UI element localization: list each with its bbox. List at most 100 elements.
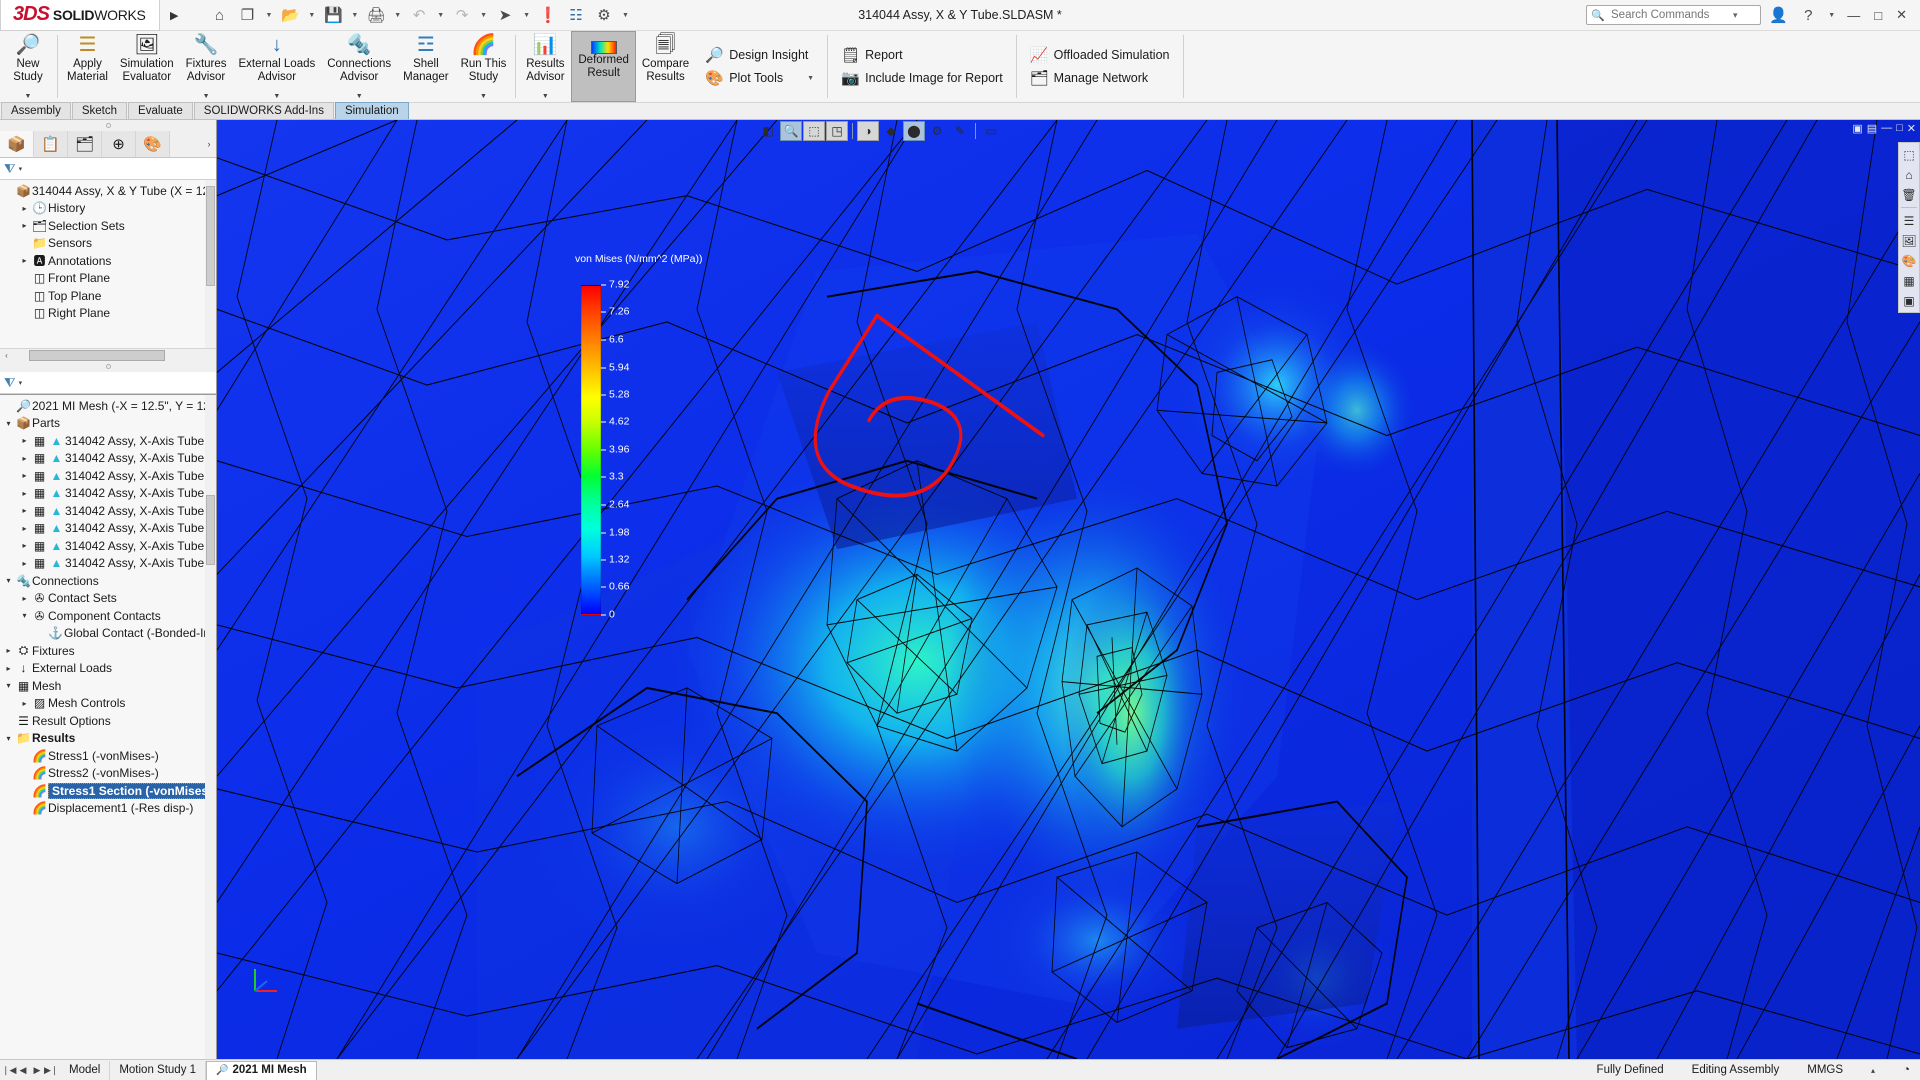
apply-scene-icon[interactable]: ⬤ <box>903 121 925 141</box>
undo-caret-icon[interactable]: ▼ <box>434 12 447 19</box>
filter-caret-icon[interactable]: ▾ <box>19 165 23 173</box>
tree-node[interactable]: ▾▦Mesh <box>0 677 216 695</box>
ribbon-offloaded-simulation[interactable]: 📈 Offloaded Simulation <box>1026 44 1174 66</box>
tree-node[interactable]: 🌈Stress1 (-vonMises-) <box>0 747 216 765</box>
tree-node[interactable]: 🌈Displacement1 (-Res disp-) <box>0 800 216 818</box>
feature-tree-scrollbar[interactable] <box>205 180 216 348</box>
help-caret-icon[interactable]: ▼ <box>1825 12 1838 19</box>
tab-evaluate[interactable]: Evaluate <box>128 102 193 119</box>
ribbon-deformed-result[interactable]: ▭ Deformed Result <box>571 31 636 102</box>
feature-tree-filter-bar[interactable]: ⧨ ▾ <box>0 158 216 180</box>
tree-node[interactable]: ◫Top Plane <box>0 287 216 305</box>
feature-tree-hscrollbar[interactable]: ‹ <box>0 348 216 361</box>
tree-expander-icon[interactable]: ▸ <box>18 221 31 230</box>
tree-node[interactable]: ⚓Global Contact (-Bonded-Incom <box>0 625 216 643</box>
rebuild-icon[interactable]: ❗ <box>535 2 561 28</box>
property-manager-tab[interactable]: 📋 <box>34 131 68 157</box>
status-overlay-icon[interactable]: ◔ <box>1903 1064 1910 1076</box>
palette-icon[interactable]: 🎨 <box>1900 251 1919 270</box>
home-icon[interactable]: ⌂ <box>206 2 232 28</box>
image-icon[interactable]: 🖼 <box>1900 231 1919 250</box>
tree-expander-icon[interactable]: ▸ <box>18 256 31 265</box>
options-list-icon[interactable]: ☷ <box>563 2 589 28</box>
ribbon-new-study[interactable]: 🔎 New Study ▼ <box>2 31 54 102</box>
plot-tools-caret-icon[interactable]: ▼ <box>789 75 814 82</box>
tree-node[interactable]: ▸▦▲314042 Assy, X-Axis Tube & Carr <box>0 432 216 450</box>
tree-expander-icon[interactable]: ▾ <box>2 681 15 690</box>
display-panel-icon[interactable]: ▭ <box>980 121 1002 141</box>
print-icon[interactable]: 🖨 <box>363 2 389 28</box>
tree-node[interactable]: 📁Sensors <box>0 235 216 253</box>
tree-expander-icon[interactable]: ▸ <box>18 471 31 480</box>
ribbon-external-loads-advisor[interactable]: ↓ External Loads Advisor ▼ <box>233 31 322 102</box>
ribbon-report[interactable]: 🗒 Report <box>837 44 1007 66</box>
viewport-help-icon[interactable]: ▤ <box>1867 122 1877 135</box>
nav-next-icon[interactable]: ▶ <box>30 1065 44 1076</box>
dropdown-caret-icon[interactable]: ▼ <box>356 93 363 102</box>
viewport-maximize-icon[interactable]: □ <box>1896 122 1903 135</box>
maximize-button[interactable]: □ <box>1869 8 1887 23</box>
annotation-icon[interactable]: ✎ <box>949 121 971 141</box>
dimxpert-manager-tab[interactable]: ⊕ <box>102 131 136 157</box>
dropdown-caret-icon[interactable]: ▼ <box>273 93 280 102</box>
ribbon-simulation-evaluator[interactable]: 🖼 Simulation Evaluator <box>114 31 180 102</box>
tree-node[interactable]: ☰Result Options <box>0 712 216 730</box>
hscroll-track[interactable] <box>13 350 216 361</box>
dropdown-caret-icon[interactable]: ▼ <box>203 93 210 102</box>
tree-expander-icon[interactable]: ▸ <box>18 541 31 550</box>
nav-last-icon[interactable]: ▶❘ <box>44 1065 58 1076</box>
tree-expander-icon[interactable]: ▸ <box>18 436 31 445</box>
nav-first-icon[interactable]: ❘◀ <box>2 1065 16 1076</box>
close-button[interactable]: ✕ <box>1891 7 1912 23</box>
viewport-restore-icon[interactable]: ▣ <box>1852 122 1862 135</box>
search-dropdown-icon[interactable]: ▾ <box>1733 10 1738 21</box>
tree-node[interactable]: ▸⛭Fixtures <box>0 642 216 660</box>
tree-node[interactable]: ▸🗂Selection Sets <box>0 217 216 235</box>
display-style-icon[interactable]: ◳ <box>826 121 848 141</box>
tree-node[interactable]: 📦314044 Assy, X & Y Tube (X = 12.5", Y =… <box>0 182 216 200</box>
tree-node[interactable]: ▾📦Parts <box>0 415 216 433</box>
redo-caret-icon[interactable]: ▼ <box>477 12 490 19</box>
status-tab-motion-study[interactable]: Motion Study 1 <box>110 1061 206 1080</box>
ribbon-design-insight[interactable]: 🔎 Design Insight <box>701 44 818 66</box>
list-icon[interactable]: ☰ <box>1900 211 1919 230</box>
tree-node[interactable]: ▸▦▲314042 Assy, X-Axis Tube & Carr <box>0 520 216 538</box>
section-view-icon[interactable]: ◧ <box>757 121 779 141</box>
view-selector-icon[interactable]: ⬚ <box>1900 145 1919 164</box>
settings-gear-icon[interactable]: ⚙ <box>591 2 617 28</box>
dropdown-caret-icon[interactable]: ▼ <box>542 93 549 102</box>
tree-node[interactable]: ▸▦▲314042 Assy, X-Axis Tube & Carr <box>0 537 216 555</box>
new-document-icon[interactable]: ❐ <box>234 2 260 28</box>
tree-node[interactable]: ▸▦▲314042 Assy, X-Axis Tube & Carr <box>0 450 216 468</box>
panel-splitter-top[interactable] <box>0 120 216 131</box>
tree-node[interactable]: ▸✇Contact Sets <box>0 590 216 608</box>
panel-splitter-middle[interactable] <box>0 361 216 372</box>
tree-node[interactable]: ▾✇Component Contacts <box>0 607 216 625</box>
hscroll-thumb[interactable] <box>29 350 165 361</box>
tree-expander-icon[interactable]: ▾ <box>2 734 15 743</box>
tree-node[interactable]: ▸↓External Loads <box>0 660 216 678</box>
open-folder-icon[interactable]: 📂 <box>277 2 303 28</box>
menu-expand-arrow-icon[interactable]: ▶ <box>170 9 178 22</box>
ribbon-shell-manager[interactable]: ☲ Shell Manager <box>397 31 454 102</box>
dropdown-caret-icon[interactable]: ▼ <box>25 93 32 102</box>
tree-node[interactable]: 🌈Stress1 Section (-vonMises-) <box>0 782 216 800</box>
tree-expander-icon[interactable]: ▸ <box>18 594 31 603</box>
ribbon-run-this-study[interactable]: 🌈 Run This Study ▼ <box>455 31 513 102</box>
study-tree-scrollbar[interactable] <box>205 395 216 1059</box>
study-tree-filter-bar[interactable]: ⧨ ▾ <box>0 372 216 394</box>
tree-expander-icon[interactable]: ▸ <box>2 646 15 655</box>
tree-expander-icon[interactable]: ▸ <box>18 454 31 463</box>
tree-node[interactable]: ▸▦▲314042 Assy, X-Axis Tube & Carr <box>0 467 216 485</box>
tree-expander-icon[interactable]: ▸ <box>18 559 31 568</box>
dropdown-caret-icon[interactable]: ▼ <box>480 93 487 102</box>
filter-caret-icon[interactable]: ▾ <box>19 379 23 387</box>
select-caret-icon[interactable]: ▼ <box>520 12 533 19</box>
display-manager-tab[interactable]: 🎨 <box>136 131 170 157</box>
ribbon-results-advisor[interactable]: 📊 Results Advisor ▼ <box>519 31 571 102</box>
save-icon[interactable]: 💾 <box>320 2 346 28</box>
edit-appearance-icon[interactable]: ◆ <box>880 121 902 141</box>
help-icon[interactable]: ? <box>1795 2 1821 28</box>
ribbon-compare-results[interactable]: 🗐 Compare Results <box>636 31 695 102</box>
status-units[interactable]: MMGS <box>1807 1064 1843 1076</box>
